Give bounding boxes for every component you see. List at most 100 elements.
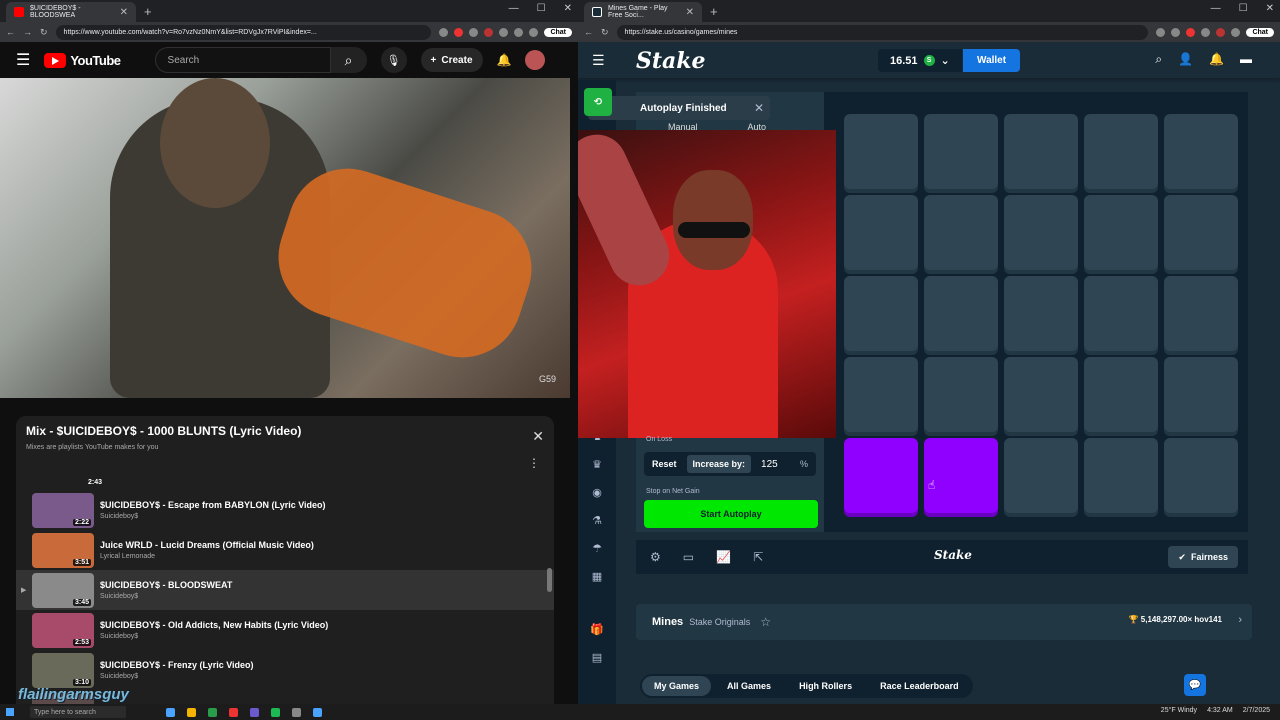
extension-icon[interactable] [1156, 27, 1166, 37]
close-icon[interactable]: ✕ [532, 428, 544, 445]
app-icon[interactable] [292, 707, 301, 717]
mine-tile[interactable] [1084, 438, 1158, 513]
list-item[interactable]: 3:10 $UICIDEBOY$ - Frenzy (Lyric Video) Su… [16, 650, 554, 690]
search-icon[interactable]: ⌕ [1155, 52, 1162, 67]
mine-tile[interactable] [1164, 276, 1238, 351]
mine-tile[interactable] [1164, 438, 1238, 513]
theatre-mode-icon[interactable]: ▭ [683, 550, 694, 564]
mine-tile[interactable] [1004, 114, 1078, 189]
mine-tile-gem[interactable] [924, 438, 998, 513]
extension-icon[interactable] [469, 27, 479, 37]
start-autoplay-button[interactable]: Start Autoplay [644, 500, 818, 528]
tab-all-games[interactable]: All Games [715, 676, 783, 696]
playlist-scrollbar[interactable] [547, 478, 552, 704]
avatar[interactable] [525, 50, 546, 70]
stake-tab[interactable]: Mines Game - Play Free Soci... ✕ [584, 2, 702, 22]
mine-tile[interactable] [1084, 357, 1158, 432]
video-title[interactable]: $UICIDEBOY$ - Escape from BABYLON (Lyric… [100, 500, 326, 510]
fairness-button[interactable]: ✔ Fairness [1168, 546, 1238, 568]
chat-fab-icon[interactable]: 💬 [1184, 674, 1206, 696]
favorite-star-icon[interactable]: ☆ [760, 615, 771, 629]
close-tab-icon[interactable]: ✕ [120, 7, 128, 18]
menu-icon[interactable]: ☰ [16, 50, 30, 70]
microphone-icon[interactable]: 🎙 [380, 47, 407, 73]
sidebar-gameshow-icon[interactable]: ☂ [592, 542, 602, 555]
mine-tile[interactable] [844, 357, 918, 432]
reload-icon[interactable]: ↻ [40, 27, 48, 38]
app-icon[interactable] [271, 707, 280, 717]
video-title[interactable]: $UICIDEBOY$ - Old Addicts, New Habits (L… [100, 620, 328, 630]
video-thumbnail[interactable]: 3:45 [32, 572, 94, 608]
video-title[interactable]: $UICIDEBOY$ - Frenzy (Lyric Video) [100, 660, 254, 670]
sidebar-grid-icon[interactable]: ▦ [592, 570, 602, 583]
video-title[interactable]: $UICIDEBOY$ - BLOODSWEAT [100, 580, 232, 590]
list-item[interactable]: 2:22 $UICIDEBOY$ - Escape from BABYLON (L… [16, 490, 554, 530]
app-icon[interactable] [229, 707, 238, 717]
mine-tile[interactable] [1164, 195, 1238, 270]
sidebar-live-icon[interactable]: ◉ [592, 486, 602, 499]
sidebar-gift-icon[interactable]: 🎁 [590, 623, 604, 636]
mine-tile[interactable] [844, 114, 918, 189]
extension-icon[interactable] [514, 27, 524, 37]
mine-tile[interactable] [1084, 276, 1158, 351]
mine-tile[interactable] [1164, 357, 1238, 432]
clock-time[interactable]: 4:32 AM [1207, 707, 1233, 714]
left-url-field[interactable]: https://www.youtube.com/watch?v=Ro7vzNz0… [55, 24, 432, 40]
channel-name[interactable]: Suicideboy$ [100, 633, 328, 640]
stats-icon[interactable]: 📈 [716, 550, 731, 564]
tab-race-leaderboard[interactable]: Race Leaderboard [868, 676, 971, 696]
extension-icon[interactable] [454, 27, 464, 37]
extension-icon[interactable] [529, 27, 539, 37]
app-icon[interactable] [313, 707, 322, 717]
popout-icon[interactable]: ⇱ [753, 550, 763, 564]
game-info-bar[interactable]: Mines Stake Originals ☆ 🏆 5,148,297.00× … [636, 604, 1252, 640]
list-item[interactable]: 3:51 Juice WRLD - Lucid Dreams (Official … [16, 530, 554, 570]
video-thumbnail[interactable]: 2:22 [32, 492, 94, 528]
close-icon[interactable]: ✕ [754, 101, 764, 115]
video-thumbnail[interactable]: 2:53 [32, 612, 94, 648]
list-item[interactable]: 2:53 $UICIDEBOY$ - Old Addicts, New Habit… [16, 610, 554, 650]
sidebar-flask-icon[interactable]: ⚗ [592, 514, 602, 527]
extension-icon[interactable] [439, 27, 449, 37]
extension-icon[interactable] [1186, 27, 1196, 37]
channel-name[interactable]: Lyrical Lemonade [100, 553, 314, 560]
reset-button[interactable]: Reset [646, 455, 683, 473]
mine-tile[interactable] [1164, 114, 1238, 189]
channel-name[interactable]: Suicideboy$ [100, 513, 326, 520]
sidebar-originals-icon[interactable]: ♛ [592, 458, 602, 471]
video-player[interactable]: G59 [0, 78, 570, 398]
mine-tile[interactable] [1004, 276, 1078, 351]
mine-tile[interactable] [924, 195, 998, 270]
video-title[interactable]: Juice WRLD - Lucid Dreams (Official Musi… [100, 540, 314, 550]
mine-tile[interactable] [924, 276, 998, 351]
close-window-icon[interactable]: ✕ [564, 3, 572, 14]
forward-icon[interactable]: → [23, 27, 32, 37]
notifications-bell-icon[interactable]: 🔔 [497, 53, 512, 67]
mine-tile[interactable] [1004, 438, 1078, 513]
mine-tile-gem[interactable] [844, 438, 918, 513]
mine-tile[interactable] [924, 114, 998, 189]
increase-input[interactable]: 125 [761, 459, 796, 470]
extension-icon[interactable] [499, 27, 509, 37]
back-icon[interactable]: ← [6, 27, 15, 37]
balance-dropdown[interactable]: 16.51 S ⌄ [878, 49, 962, 72]
app-icon[interactable] [166, 707, 175, 717]
mine-tile[interactable] [844, 276, 918, 351]
youtube-logo[interactable]: YouTube [44, 52, 121, 68]
reload-icon[interactable]: ↻ [601, 27, 609, 38]
close-tab-icon[interactable]: ✕ [686, 7, 694, 18]
minimize-icon[interactable]: — [509, 3, 519, 14]
app-icon[interactable] [208, 707, 217, 717]
mine-tile[interactable] [1004, 195, 1078, 270]
clock-date[interactable]: 2/7/2025 [1243, 707, 1270, 714]
extension-icon[interactable] [1216, 27, 1226, 37]
youtube-tab[interactable]: $UICIDEBOY$ - BLOODSWEA ✕ [6, 2, 136, 22]
right-url-field[interactable]: https://stake.us/casino/games/mines [616, 24, 1149, 40]
taskbar-search-input[interactable]: Type here to search [30, 706, 126, 718]
weather-text[interactable]: 25°F Windy [1161, 707, 1197, 714]
more-options-icon[interactable]: ⋮ [528, 456, 540, 470]
extension-icon[interactable] [1171, 27, 1181, 37]
wallet-button[interactable]: Wallet [963, 49, 1021, 72]
increase-by-button[interactable]: Increase by: [686, 455, 752, 473]
app-icon[interactable] [187, 707, 196, 717]
